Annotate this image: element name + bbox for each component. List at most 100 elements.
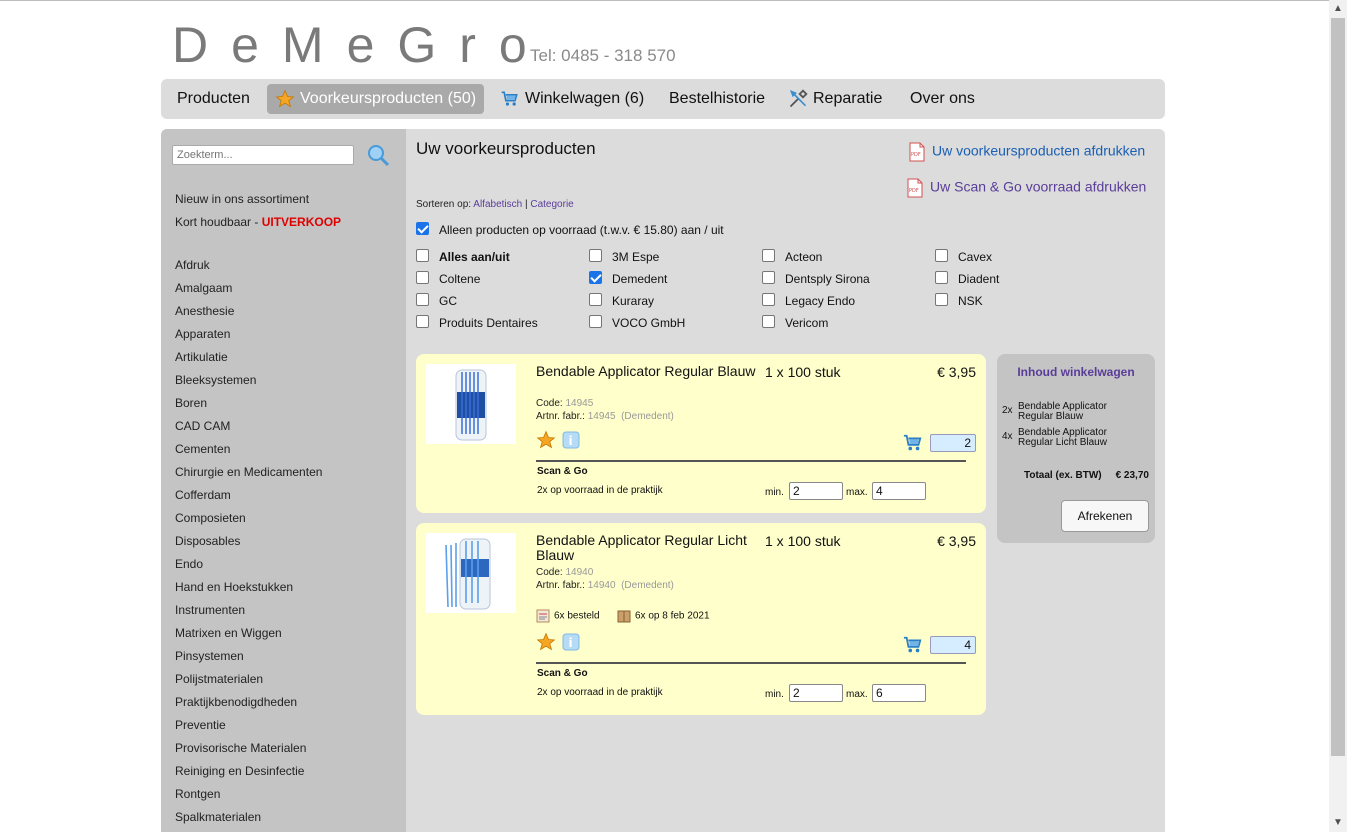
sidebar-link-kort-houdbaar[interactable]: Kort houdbaar - UITVERKOOP xyxy=(175,215,341,229)
page-scrollbar[interactable]: ▲ ▼ xyxy=(1329,0,1347,832)
sidebar-category-item[interactable]: Disposables xyxy=(175,534,240,548)
sidebar-category-item[interactable]: Preventie xyxy=(175,718,226,732)
filter-checkbox[interactable] xyxy=(762,315,775,329)
sidebar-category-item[interactable]: Cofferdam xyxy=(175,488,231,502)
stock-filter-checkbox[interactable] xyxy=(416,222,429,236)
manufacturer-filter[interactable]: Legacy Endo xyxy=(762,293,855,308)
svg-text:PDF: PDF xyxy=(909,188,919,194)
nav-over-ons[interactable]: Over ons xyxy=(902,84,983,114)
filter-checkbox[interactable] xyxy=(935,249,948,263)
star-icon[interactable] xyxy=(536,632,556,652)
sidebar-category-item[interactable]: Bleeksystemen xyxy=(175,373,256,387)
quantity-input[interactable]: 4 xyxy=(930,636,976,654)
sort-category-link[interactable]: Categorie xyxy=(530,199,573,210)
product-image[interactable] xyxy=(426,533,516,613)
stock-filter-toggle[interactable]: Alleen producten op voorraad (t.w.v. € 1… xyxy=(416,222,724,237)
cart-item[interactable]: 2x Bendable Applicator Regular Blauw xyxy=(1002,402,1128,422)
info-icon[interactable]: i xyxy=(562,633,580,651)
product-name[interactable]: Bendable Applicator Regular Blauw xyxy=(536,364,756,379)
filter-checkbox[interactable] xyxy=(589,249,602,263)
manufacturer-filter[interactable]: Kuraray xyxy=(589,293,654,308)
manufacturer-filter[interactable]: VOCO GmbH xyxy=(589,315,685,330)
sidebar-category-item[interactable]: Provisorische Materialen xyxy=(175,741,306,755)
nav-voorkeursproducten[interactable]: Voorkeursproducten (50) xyxy=(267,84,485,114)
checkout-button[interactable]: Afrekenen xyxy=(1061,500,1149,532)
filter-checkbox[interactable] xyxy=(416,293,429,307)
nav-bestelhistorie[interactable]: Bestelhistorie xyxy=(661,84,773,114)
filter-checkbox[interactable] xyxy=(589,271,602,285)
sidebar-category-item[interactable]: Boren xyxy=(175,396,207,410)
nav-producten[interactable]: Producten xyxy=(169,84,258,114)
sidebar-category-item[interactable]: Reiniging en Desinfectie xyxy=(175,764,304,778)
manufacturer-filter[interactable]: Alles aan/uit xyxy=(416,249,510,264)
print-scan-go-link[interactable]: PDF Uw Scan & Go voorraad afdrukken xyxy=(906,178,1146,198)
sidebar-category-item[interactable]: Afdruk xyxy=(175,258,210,272)
product-name[interactable]: Bendable Applicator Regular Licht Blauw xyxy=(536,533,756,563)
sidebar-category-item[interactable]: Endo xyxy=(175,557,203,571)
min-input[interactable]: 2 xyxy=(789,684,843,702)
product-image[interactable] xyxy=(426,364,516,444)
print-favorites-link[interactable]: PDF Uw voorkeursproducten afdrukken xyxy=(908,142,1145,162)
search-input[interactable] xyxy=(172,145,354,165)
site-logo[interactable]: DeMeGro xyxy=(172,20,550,70)
sidebar-category-item[interactable]: Composieten xyxy=(175,511,246,525)
cart-total-label: Totaal (ex. BTW) xyxy=(1024,470,1102,481)
sidebar-category-item[interactable]: Hand en Hoekstukken xyxy=(175,580,293,594)
manufacturer-filter[interactable]: Demedent xyxy=(589,271,667,286)
manufacturer-filter[interactable]: Diadent xyxy=(935,271,999,286)
sidebar-category-item[interactable]: Instrumenten xyxy=(175,603,245,617)
cart-item[interactable]: 4x Bendable Applicator Regular Licht Blau… xyxy=(1002,428,1128,448)
scroll-up-icon[interactable]: ▲ xyxy=(1329,0,1347,18)
filter-checkbox[interactable] xyxy=(762,249,775,263)
max-input[interactable]: 4 xyxy=(872,482,926,500)
sidebar-category-item[interactable]: Amalgaam xyxy=(175,281,232,295)
sort-alphabetical-link[interactable]: Alfabetisch xyxy=(473,199,522,210)
manufacturer-filter[interactable]: Dentsply Sirona xyxy=(762,271,870,286)
sidebar-category-item[interactable]: Anesthesie xyxy=(175,304,234,318)
max-input[interactable]: 6 xyxy=(872,684,926,702)
nav-reparatie[interactable]: Reparatie xyxy=(780,84,890,114)
sidebar-category-item[interactable]: Pinsystemen xyxy=(175,649,244,663)
filter-checkbox[interactable] xyxy=(416,249,429,263)
filter-checkbox[interactable] xyxy=(762,293,775,307)
sidebar-category-item[interactable]: Cementen xyxy=(175,442,230,456)
manufacturer-filter[interactable]: Coltene xyxy=(416,271,480,286)
sidebar-category-item[interactable]: Praktijkbenodigdheden xyxy=(175,695,297,709)
filter-checkbox[interactable] xyxy=(589,293,602,307)
search-icon[interactable] xyxy=(366,143,390,167)
manufacturer-filter[interactable]: Produits Dentaires xyxy=(416,315,538,330)
sidebar-category-item[interactable]: Chirurgie en Medicamenten xyxy=(175,465,322,479)
manufacturer-filter[interactable]: Acteon xyxy=(762,249,822,264)
scrollbar-thumb[interactable] xyxy=(1331,18,1345,756)
scroll-down-icon[interactable]: ▼ xyxy=(1329,814,1347,832)
info-icon[interactable]: i xyxy=(562,431,580,449)
filter-checkbox[interactable] xyxy=(762,271,775,285)
quantity-input[interactable]: 2 xyxy=(930,434,976,452)
sidebar-category-item[interactable]: Spalkmaterialen xyxy=(175,810,261,824)
nav-label: Producten xyxy=(177,90,250,107)
filter-checkbox[interactable] xyxy=(416,271,429,285)
filter-checkbox[interactable] xyxy=(935,293,948,307)
manufacturer-filter[interactable]: 3M Espe xyxy=(589,249,659,264)
filter-checkbox[interactable] xyxy=(416,315,429,329)
filter-checkbox[interactable] xyxy=(589,315,602,329)
filter-checkbox[interactable] xyxy=(935,271,948,285)
manufacturer-filter[interactable]: Cavex xyxy=(935,249,992,264)
nav-winkelwagen[interactable]: Winkelwagen (6) xyxy=(492,84,652,114)
manufacturer-filter[interactable]: Vericom xyxy=(762,315,828,330)
add-to-cart-icon[interactable] xyxy=(902,635,924,655)
sidebar-category-item[interactable]: Apparaten xyxy=(175,327,230,341)
star-icon[interactable] xyxy=(536,430,556,450)
sidebar-category-item[interactable]: Rontgen xyxy=(175,787,220,801)
min-input[interactable]: 2 xyxy=(789,482,843,500)
sidebar-link-nieuw[interactable]: Nieuw in ons assortiment xyxy=(175,192,309,206)
manufacturer-filter[interactable]: GC xyxy=(416,293,457,308)
manufacturer-filter[interactable]: NSK xyxy=(935,293,983,308)
artnr-value: 14945 xyxy=(587,411,616,422)
sidebar-category-item[interactable]: Matrixen en Wiggen xyxy=(175,626,282,640)
sidebar-category-item[interactable]: Polijstmaterialen xyxy=(175,672,263,686)
sidebar-category-item[interactable]: Artikulatie xyxy=(175,350,228,364)
cart-item-qty: 4x xyxy=(1002,431,1013,442)
sidebar-category-item[interactable]: CAD CAM xyxy=(175,419,230,433)
add-to-cart-icon[interactable] xyxy=(902,433,924,453)
